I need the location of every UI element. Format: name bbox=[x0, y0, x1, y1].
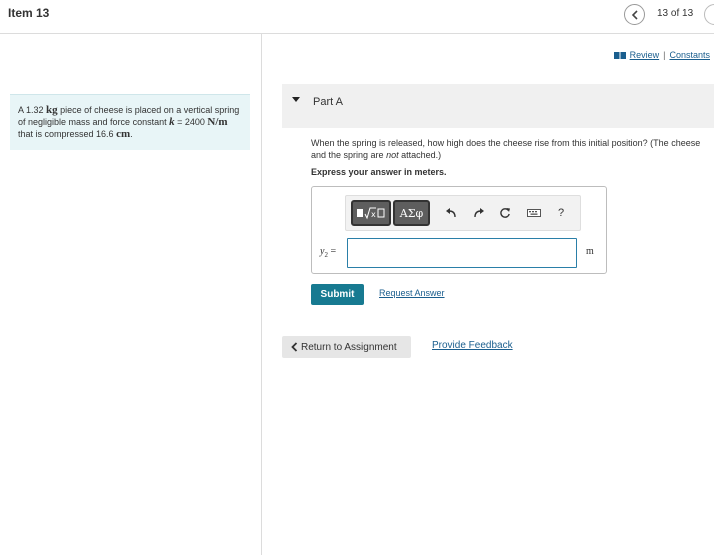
chevron-left-icon bbox=[291, 342, 298, 352]
top-bar: Item 13 13 of 13 bbox=[0, 0, 714, 34]
problem-text: . bbox=[130, 129, 133, 139]
review-link[interactable]: Review bbox=[630, 50, 660, 60]
length-unit: cm bbox=[116, 128, 131, 140]
equals-sign: = bbox=[330, 246, 337, 257]
request-answer-link[interactable]: Request Answer bbox=[379, 288, 445, 298]
undo-icon bbox=[446, 208, 456, 218]
submit-button[interactable]: Submit bbox=[311, 284, 364, 305]
reset-button[interactable] bbox=[497, 205, 513, 221]
keyboard-button[interactable] bbox=[526, 205, 542, 221]
math-toolbar: x ΑΣφ ? bbox=[345, 195, 581, 231]
question-text: When the spring is released, how high do… bbox=[311, 137, 709, 161]
answer-input[interactable] bbox=[347, 238, 577, 268]
book-icon bbox=[613, 51, 626, 59]
greek-symbols-button[interactable]: ΑΣφ bbox=[393, 200, 430, 226]
item-title: Item 13 bbox=[8, 6, 50, 20]
panel-divider bbox=[261, 34, 262, 555]
help-button[interactable]: ? bbox=[553, 205, 569, 221]
problem-statement: A 1.32 kg piece of cheese is placed on a… bbox=[10, 94, 250, 150]
problem-text: that is compressed 16.6 bbox=[18, 129, 117, 139]
undo-button[interactable] bbox=[443, 205, 459, 221]
mass-unit: kg bbox=[46, 104, 58, 116]
problem-text: = 2400 bbox=[174, 117, 208, 127]
reset-icon bbox=[500, 208, 510, 218]
keyboard-icon bbox=[527, 209, 541, 217]
return-label: Return to Assignment bbox=[301, 341, 397, 353]
svg-text:x: x bbox=[371, 210, 376, 219]
answer-instruction: Express your answer in meters. bbox=[311, 167, 447, 177]
templates-button[interactable]: x bbox=[351, 200, 391, 226]
question-emphasis: not bbox=[386, 150, 399, 160]
chevron-left-icon bbox=[631, 9, 638, 20]
question-part: attached.) bbox=[398, 150, 442, 160]
answer-box: x ΑΣφ ? y2 = m bbox=[311, 186, 607, 274]
part-a-header[interactable]: Part A bbox=[282, 84, 714, 128]
page-count: 13 of 13 bbox=[657, 8, 694, 19]
k-unit: N/m bbox=[207, 116, 228, 128]
resource-links: Review | Constants bbox=[613, 50, 710, 60]
provide-feedback-link[interactable]: Provide Feedback bbox=[432, 340, 513, 351]
answer-unit: m bbox=[586, 246, 594, 257]
link-separator: | bbox=[663, 50, 666, 60]
problem-text: A 1.32 bbox=[18, 105, 47, 115]
next-item-button[interactable] bbox=[704, 4, 714, 25]
constants-link[interactable]: Constants bbox=[669, 50, 710, 60]
question-part: When the spring is released, how high do… bbox=[311, 138, 701, 160]
variable-subscript: 2 bbox=[324, 251, 328, 259]
collapse-triangle-icon bbox=[292, 97, 300, 102]
return-to-assignment-button[interactable]: Return to Assignment bbox=[282, 336, 411, 358]
redo-button[interactable] bbox=[471, 205, 487, 221]
redo-icon bbox=[474, 208, 484, 218]
previous-item-button[interactable] bbox=[624, 4, 645, 25]
templates-icon: x bbox=[357, 207, 385, 220]
part-label: Part A bbox=[313, 96, 343, 108]
answer-variable-label: y2 = bbox=[320, 246, 336, 259]
